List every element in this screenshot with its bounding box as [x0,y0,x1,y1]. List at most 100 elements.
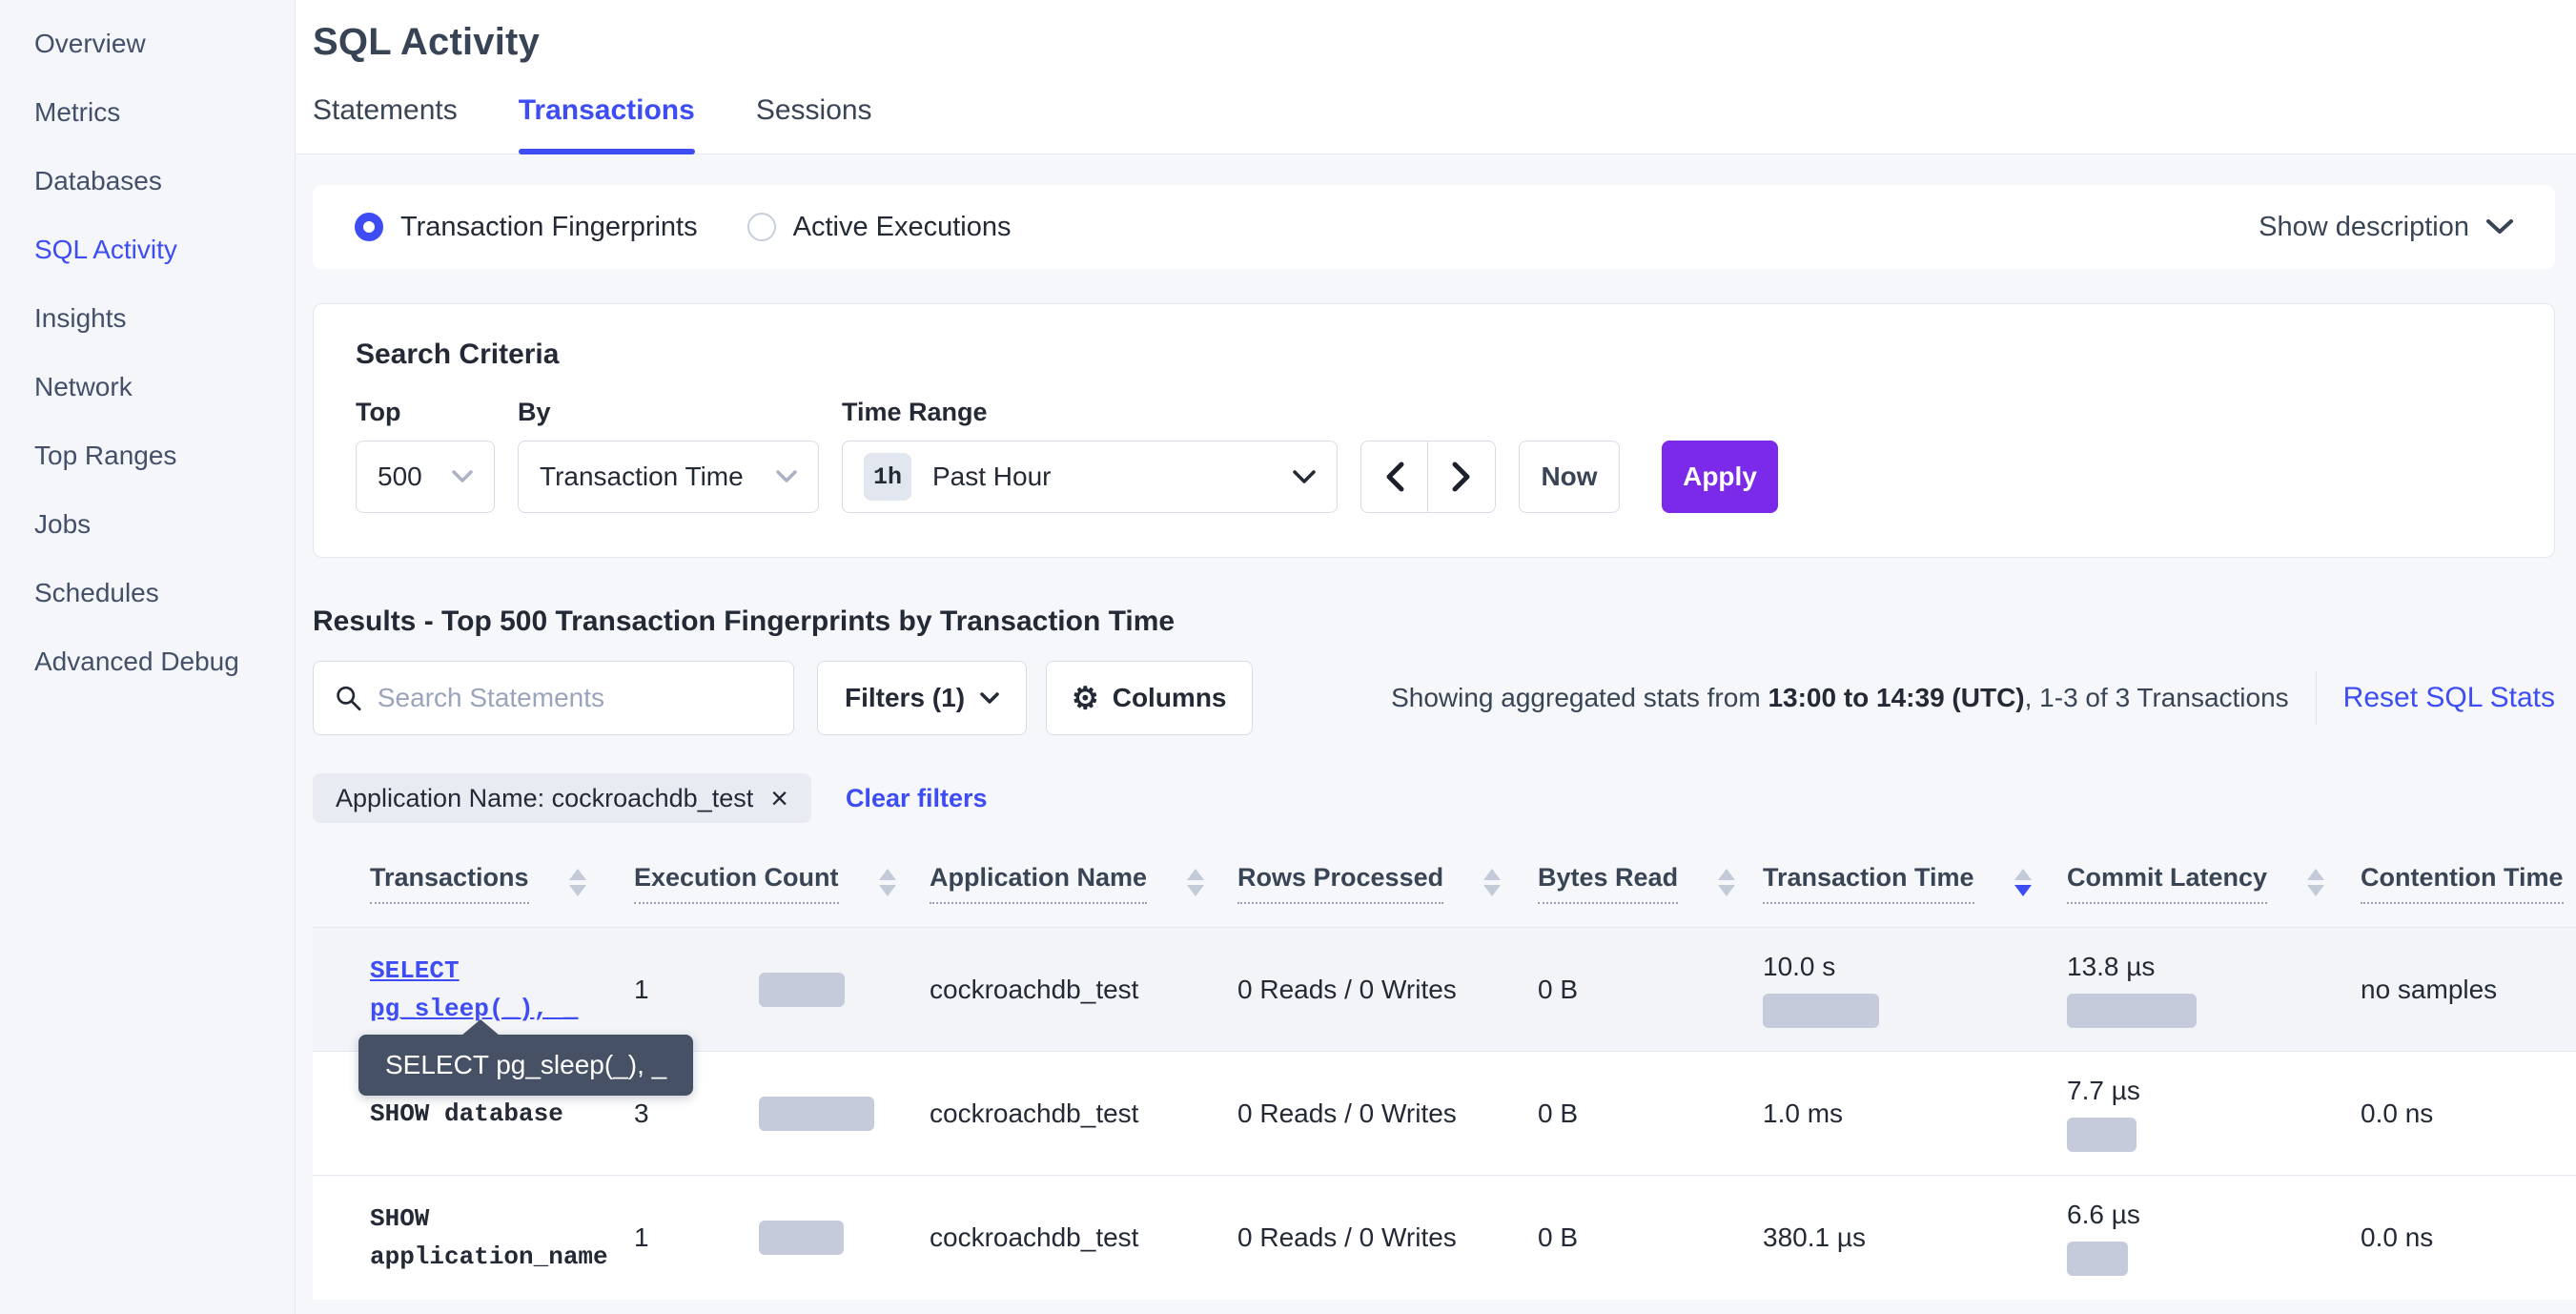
show-description-label: Show description [2259,212,2469,243]
commit-latency-cell: 7.7 µs [2067,1052,2361,1176]
next-window-button[interactable] [1428,441,1495,512]
query-tooltip: SELECT pg_sleep(_), _ [358,1035,693,1096]
commit-latency-bar [2067,994,2197,1028]
search-statements-input[interactable] [378,683,772,713]
reset-sql-stats-link[interactable]: Reset SQL Stats [2343,682,2555,714]
remove-filter-icon[interactable]: × [770,783,788,813]
sidebar-item-overview[interactable]: Overview [0,10,295,78]
column-header-bytes-read[interactable]: Bytes Read [1538,863,1735,904]
sidebar-item-advanced-debug[interactable]: Advanced Debug [0,627,295,696]
table-row: SHOWapplication_name 1 cockroachdb_test … [313,1176,2576,1300]
sidebar-item-databases[interactable]: Databases [0,147,295,216]
app-root: Overview Metrics Databases SQL Activity … [0,0,2576,1314]
by-select[interactable]: Transaction Time [518,441,819,513]
time-range-select[interactable]: 1h Past Hour [842,441,1338,513]
transaction-time-cell: 1.0 ms [1763,1052,2067,1176]
transaction-fingerprint-link[interactable]: SELECTpg_sleep(_), _ [370,952,578,1028]
execution-count-value: 1 [634,975,759,1005]
sidebar-item-metrics[interactable]: Metrics [0,78,295,147]
filter-chip-application-name[interactable]: Application Name: cockroachdb_test × [313,773,811,823]
top-select[interactable]: 500 [356,441,495,513]
column-header-execution-count[interactable]: Execution Count [634,863,896,904]
sort-icons-active-desc[interactable] [2014,863,2032,896]
top-field: Top 500 [356,398,495,513]
filters-label: Filters (1) [845,683,965,713]
sort-icons[interactable] [2307,863,2324,896]
contention-time-cell: 0.0 ns [2361,1176,2576,1300]
sort-icons[interactable] [1483,863,1501,896]
rows-processed-cell: 0 Reads / 0 Writes [1237,1176,1538,1300]
execution-count-value: 3 [634,1098,759,1129]
column-header-contention-time[interactable]: Contention Time [2361,863,2564,904]
contention-time-cell: no samples [2361,928,2576,1052]
show-description-toggle[interactable]: Show description [2259,212,2513,243]
commit-latency-cell: 6.6 µs [2067,1176,2361,1300]
clear-filters-link[interactable]: Clear filters [846,784,988,813]
chevron-right-icon [1452,462,1471,492]
chevron-down-icon [776,470,797,483]
results-heading: Results - Top 500 Transaction Fingerprin… [313,606,2555,638]
transaction-fingerprint-text[interactable]: SHOW database [370,1095,615,1133]
page-title: SQL Activity [313,21,2555,64]
stats-time-range: 13:00 to 14:39 (UTC) [1768,683,2024,712]
transaction-time-cell: 10.0 s [1763,928,2067,1052]
sort-icons[interactable] [1187,863,1204,896]
radio-transaction-fingerprints[interactable]: Transaction Fingerprints [355,212,698,243]
chevron-down-icon [980,692,999,705]
columns-button[interactable]: ⚙ Columns [1046,661,1252,735]
transaction-time-cell: 380.1 µs [1763,1176,2067,1300]
rows-processed-cell: 0 Reads / 0 Writes [1237,928,1538,1052]
table-header-row: Transactions Execution Count Application… [313,863,2576,928]
view-mode-bar: Transaction Fingerprints Active Executio… [313,185,2555,269]
radio-selected-icon [355,213,383,241]
now-button[interactable]: Now [1519,441,1620,513]
tab-statements[interactable]: Statements [313,94,458,154]
top-select-value: 500 [378,462,422,492]
sort-icons[interactable] [879,863,896,896]
sidebar-item-network[interactable]: Network [0,353,295,421]
execution-count-value: 1 [634,1222,759,1253]
tab-transactions[interactable]: Transactions [519,94,695,154]
column-header-transaction-time[interactable]: Transaction Time [1763,863,2032,904]
column-header-commit-latency[interactable]: Commit Latency [2067,863,2324,904]
execution-count-bar [759,1221,844,1255]
sort-icons[interactable] [569,863,586,896]
aggregated-stats-text: Showing aggregated stats from 13:00 to 1… [1391,683,2289,713]
chevron-down-icon [2486,218,2513,236]
time-range-field: Time Range 1h Past Hour [842,398,1338,513]
application-name-cell: cockroachdb_test [930,928,1237,1052]
radio-active-executions[interactable]: Active Executions [747,212,1012,243]
transaction-fingerprint-text[interactable]: SHOWapplication_name [370,1200,615,1276]
filter-chip-label: Application Name: cockroachdb_test [336,784,753,813]
apply-button[interactable]: Apply [1662,441,1778,513]
chevron-down-icon [452,470,473,483]
search-criteria-card: Search Criteria Top 500 By Transaction T… [313,303,2555,558]
search-criteria-heading: Search Criteria [356,339,2512,371]
content-area: Transaction Fingerprints Active Executio… [296,154,2576,1300]
sort-icons[interactable] [1718,863,1735,896]
filters-button[interactable]: Filters (1) [817,661,1027,735]
radio-label: Active Executions [793,212,1012,243]
sidebar-item-insights[interactable]: Insights [0,284,295,353]
column-header-transactions[interactable]: Transactions [370,863,586,904]
search-statements-box [313,661,794,735]
sidebar-item-top-ranges[interactable]: Top Ranges [0,421,295,490]
column-header-application-name[interactable]: Application Name [930,863,1204,904]
sidebar-item-sql-activity[interactable]: SQL Activity [0,216,295,284]
active-filters-row: Application Name: cockroachdb_test × Cle… [313,773,2555,823]
column-header-rows-processed[interactable]: Rows Processed [1237,863,1501,904]
by-select-value: Transaction Time [540,462,744,492]
application-name-cell: cockroachdb_test [930,1176,1237,1300]
transactions-table: Transactions Execution Count Application… [313,863,2555,1300]
bytes-read-cell: 0 B [1538,1176,1763,1300]
tab-sessions[interactable]: Sessions [756,94,872,154]
results-toolbar: Filters (1) ⚙ Columns Showing aggregated… [313,661,2555,735]
radio-unselected-icon [747,213,776,241]
sidebar-item-jobs[interactable]: Jobs [0,490,295,559]
by-label: By [518,398,819,427]
previous-window-button[interactable] [1361,441,1428,512]
gear-icon: ⚙ [1072,683,1099,713]
sidebar-item-schedules[interactable]: Schedules [0,559,295,627]
columns-label: Columns [1113,683,1227,713]
application-name-cell: cockroachdb_test [930,1052,1237,1176]
